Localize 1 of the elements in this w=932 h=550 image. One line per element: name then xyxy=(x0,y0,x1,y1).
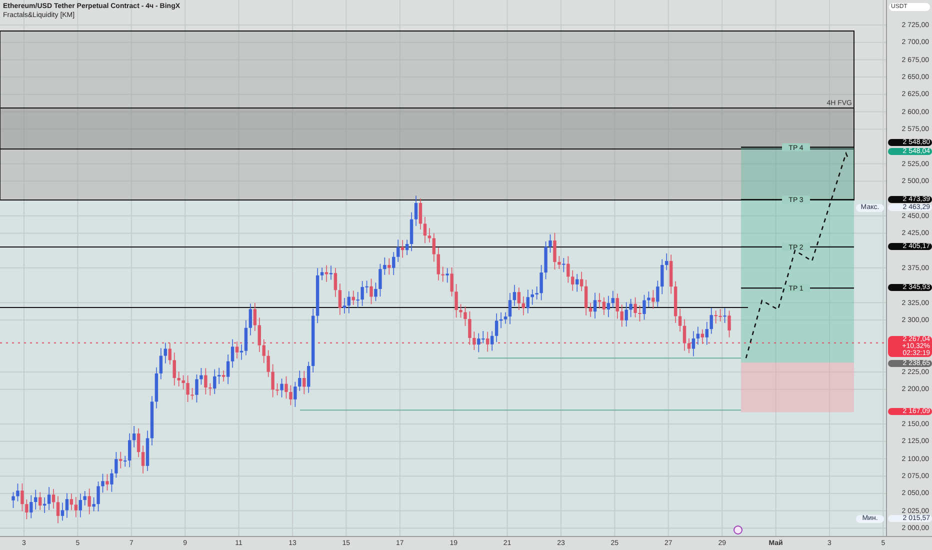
event-icon[interactable] xyxy=(734,526,742,534)
